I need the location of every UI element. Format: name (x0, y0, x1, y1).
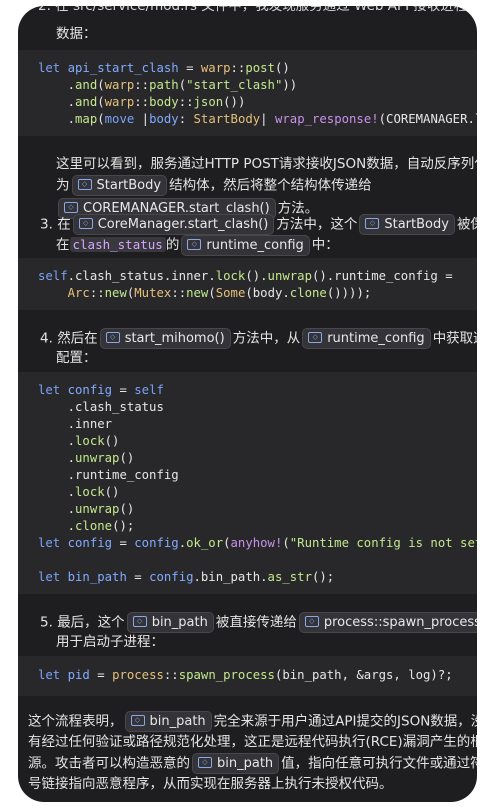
symbol-icon: ◇ (198, 757, 212, 768)
step2-line1: 2. 在 src/service/mod.rs 文件中，我发现服务通过 Web … (38, 6, 477, 14)
step3-line2: 在 clash_status 的 ◇ runtime_config 中： (56, 234, 339, 256)
symbol-icon: ◇ (365, 218, 380, 229)
code-ref-badge[interactable]: ◇ StartBody (359, 214, 455, 235)
code-line: .inner (67, 417, 113, 431)
code-ref-badge[interactable]: ◇ runtime_config (302, 328, 431, 349)
code-ref-badge[interactable]: ◇ runtime_config (181, 234, 310, 256)
code-ref-badge[interactable]: ◇ StartBody (71, 175, 168, 196)
code-line: let bin_path = config.bin_path.as_str(); (38, 570, 335, 584)
step5-line2: 用于启动子进程： (56, 634, 164, 650)
code-ref-badge[interactable]: ◇ CoreManager.start_clash() (72, 214, 275, 235)
symbol-icon: ◇ (77, 179, 92, 190)
chat-message-card: 2. 在 src/service/mod.rs 文件中，我发现服务通过 Web … (18, 6, 477, 802)
step5-line1: 5. 最后，这个 ◇ bin_path 被直接传递给 ◇ process::spawn_p… (40, 612, 477, 634)
code-line: .lock() (38, 485, 120, 499)
symbol-icon: ◇ (130, 715, 145, 726)
symbol-icon: ◇ (308, 332, 323, 343)
code-block-1[interactable]: let api_start_clash = warp::post() .and(… (18, 50, 477, 136)
paragraph-1-line2: 为 ◇ StartBody 结构体，然后将整个结构体传递给 (56, 175, 372, 197)
code-line: .unwrap() (38, 451, 135, 465)
code-line: self.clash_status.inner.lock().unwrap().… (38, 269, 453, 283)
code-line: let config = config.ok_or(anyhow!("Runti… (38, 536, 477, 550)
code-line: .and(warp::path("start_clash")) (38, 78, 298, 92)
code-block-2[interactable]: self.clash_status.inner.lock().unwrap().… (18, 258, 477, 310)
symbol-icon: ◇ (304, 616, 319, 627)
code-line: Arc::new(Mutex::new(Some(body.clone())))… (67, 286, 372, 300)
code-line: let config = self (38, 383, 164, 397)
symbol-icon: ◇ (78, 218, 93, 229)
code-line: .runtime_config (67, 468, 179, 482)
conclusion-line1: 这个流程表明， ◇ bin_path 完全来源于用户通过API提交的JSON数据，没 (28, 711, 477, 733)
code-ref-badge[interactable]: ◇ bin_path (192, 753, 280, 774)
code-line: .clone(); (38, 519, 135, 533)
conclusion-line2: 有经过任何验证或路径规范化处理，这正是远程代码执行(RCE)漏洞产生的根 (28, 734, 477, 750)
code-line: .lock() (38, 434, 120, 448)
code-ref-badge[interactable]: ◇ bin_path (124, 711, 212, 732)
conclusion-line4: 号链接指向恶意程序，从而实现在服务器上执行未授权代码。 (28, 776, 393, 792)
symbol-icon: ◇ (132, 616, 147, 627)
code-block-4[interactable]: let pid = process::spawn_process(bin_pat… (18, 656, 477, 696)
conclusion-line3: 源。攻击者可以构造恶意的 ◇ bin_path 值，指向任意可执行文件或通过符 (28, 753, 477, 775)
symbol-icon: ◇ (105, 332, 120, 343)
code-line: .unwrap() (38, 502, 135, 516)
step4-line1: 4. 然后在 ◇ start_mihomo() 方法中，从 ◇ runtime_confi… (40, 328, 477, 350)
code-line: let pid = process::spawn_process(bin_pat… (38, 668, 453, 682)
paragraph-1-line1: 这里可以看到，服务通过HTTP POST请求接收JSON数据，自动反序列化 (56, 156, 477, 172)
step2-line2: 数据： (56, 26, 97, 42)
symbol-icon: ◇ (64, 202, 78, 213)
step2-text-cropped: 2. 在 src/service/mod.rs 文件中，我发现服务通过 Web … (38, 6, 477, 17)
code-line: let api_start_clash = warp::post() (38, 61, 290, 75)
code-line: .clash_status (67, 400, 164, 414)
code-ref-badge[interactable]: ◇ process::spawn_process (298, 612, 477, 633)
code-line: .map(move |body: StartBody| wrap_respons… (38, 112, 477, 126)
code-ref-badge[interactable]: ◇ bin_path (126, 612, 214, 633)
step4-line2: 配置： (56, 350, 97, 366)
code-block-3[interactable]: let config = self .clash_status .inner .… (18, 372, 477, 594)
code-line: .and(warp::body::json()) (38, 95, 246, 109)
inline-code: clash_status (69, 237, 166, 252)
code-ref-badge[interactable]: ◇ start_mihomo() (99, 328, 231, 349)
step3-line1: 3. 在 ◇ CoreManager.start_clash() 方法中，这个 ◇ Sta… (40, 214, 477, 236)
symbol-icon: ◇ (187, 238, 202, 250)
